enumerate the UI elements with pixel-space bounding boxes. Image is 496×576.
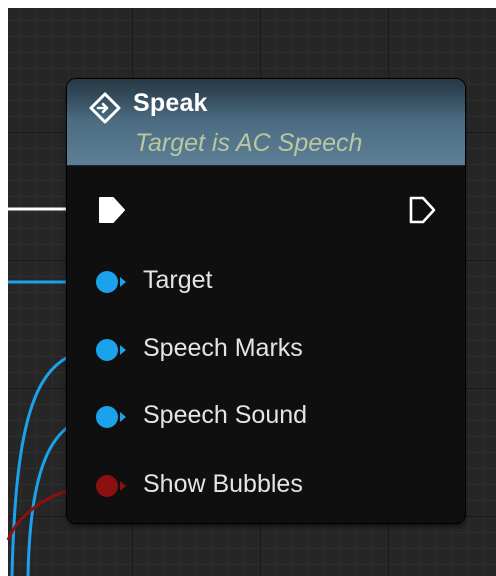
node-title: Speak (133, 89, 208, 117)
boolean-pin-icon[interactable] (94, 472, 128, 500)
object-pin-icon[interactable] (94, 268, 128, 296)
node-header[interactable]: Speak Target is AC Speech (67, 79, 465, 166)
node-subtitle: Target is AC Speech (135, 129, 363, 157)
pin-label: Show Bubbles (143, 470, 303, 498)
pin-label: Target (143, 266, 213, 294)
exec-out-pin-icon[interactable] (407, 195, 437, 225)
pin-row-speech-sound[interactable]: Speech Sound (67, 399, 465, 435)
function-diamond-icon (89, 92, 121, 124)
pin-label: Speech Marks (143, 334, 303, 362)
pin-row-speech-marks[interactable]: Speech Marks (67, 332, 465, 368)
exec-in-pin-icon[interactable] (97, 195, 127, 225)
pin-label: Speech Sound (143, 401, 308, 429)
object-pin-icon[interactable] (94, 336, 128, 364)
speak-node[interactable]: Speak Target is AC Speech Target Speech … (67, 79, 465, 523)
pin-row-show-bubbles[interactable]: Show Bubbles (67, 468, 465, 504)
pin-row-target[interactable]: Target (67, 264, 465, 300)
object-pin-icon[interactable] (94, 403, 128, 431)
